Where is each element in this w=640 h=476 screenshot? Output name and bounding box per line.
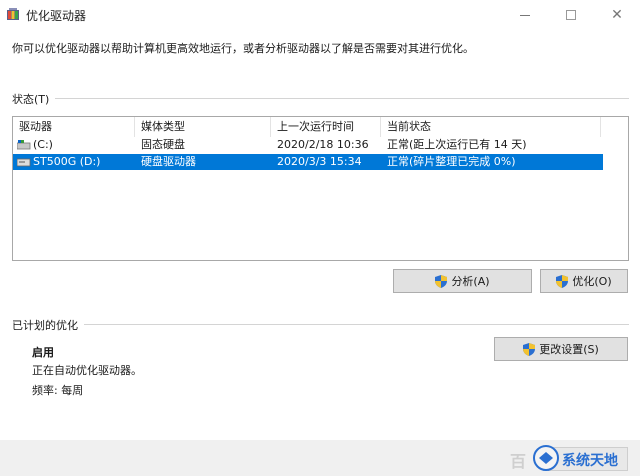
maximize-button[interactable] [548,0,594,30]
analyze-button[interactable]: 分析(A) [393,269,532,293]
footer-bar: 百 系统天地 [0,440,640,476]
description-text: 你可以优化驱动器以帮助计算机更高效地运行，或者分析驱动器以了解是否需要对其进行优… [12,42,474,55]
defrag-app-icon [7,8,19,20]
uac-shield-icon [435,274,448,288]
schedule-state: 启用 [32,346,54,359]
window-title: 优化驱动器 [26,9,87,23]
drive-media-type: 硬盘驱动器 [141,155,196,168]
scheduled-divider [12,324,629,325]
scheduled-section-label: 已计划的优化 [12,317,84,333]
minimize-icon [520,14,530,16]
drive-row-c[interactable]: (C:) 固态硬盘 2020/2/18 10:36 正常(距上次运行已有 14 … [13,137,603,153]
optimize-button-label: 优化(O) [572,275,612,288]
drive-list[interactable]: 驱动器 媒体类型 上一次运行时间 当前状态 (C:) 固态硬盘 2020/2/1… [12,116,629,261]
maximize-icon [566,10,576,20]
column-header-last-run[interactable]: 上一次运行时间 [271,117,381,137]
drive-last-run: 2020/3/3 15:34 [277,155,362,168]
drive-status: 正常(碎片整理已完成 0%) [387,155,516,168]
drive-list-header: 驱动器 媒体类型 上一次运行时间 当前状态 [13,117,628,137]
hdd-drive-icon [17,158,31,167]
drive-name: ST500G (D:) [33,155,101,168]
title-bar: 优化驱动器 ✕ [0,0,640,30]
watermark-logo-icon [533,445,559,471]
minimize-button[interactable] [502,0,548,30]
drive-media-type: 固态硬盘 [141,138,185,151]
watermark-left: 百 [510,452,527,471]
schedule-running-text: 正在自动优化驱动器。 [32,364,142,377]
drive-name: (C:) [33,138,53,151]
watermark-right: 系统天地 [562,453,618,469]
status-section-label: 状态(T) [12,91,56,107]
drive-last-run: 2020/2/18 10:36 [277,138,369,151]
schedule-frequency: 频率: 每周 [32,384,84,397]
drive-status: 正常(距上次运行已有 14 天) [387,138,527,151]
analyze-button-label: 分析(A) [451,275,490,288]
change-settings-button[interactable]: 更改设置(S) [494,337,628,361]
column-header-drive[interactable]: 驱动器 [13,117,135,137]
uac-shield-icon [523,342,536,356]
close-icon: ✕ [611,7,623,23]
column-header-current-status[interactable]: 当前状态 [381,117,601,137]
close-button[interactable]: ✕ [594,0,640,30]
column-header-media-type[interactable]: 媒体类型 [135,117,271,137]
drive-row-d[interactable]: ST500G (D:) 硬盘驱动器 2020/3/3 15:34 正常(碎片整理… [13,154,603,170]
ssd-drive-icon [17,140,31,150]
uac-shield-icon [556,274,569,288]
optimize-button[interactable]: 优化(O) [540,269,628,293]
status-divider [12,98,629,99]
change-settings-button-label: 更改设置(S) [539,343,599,356]
